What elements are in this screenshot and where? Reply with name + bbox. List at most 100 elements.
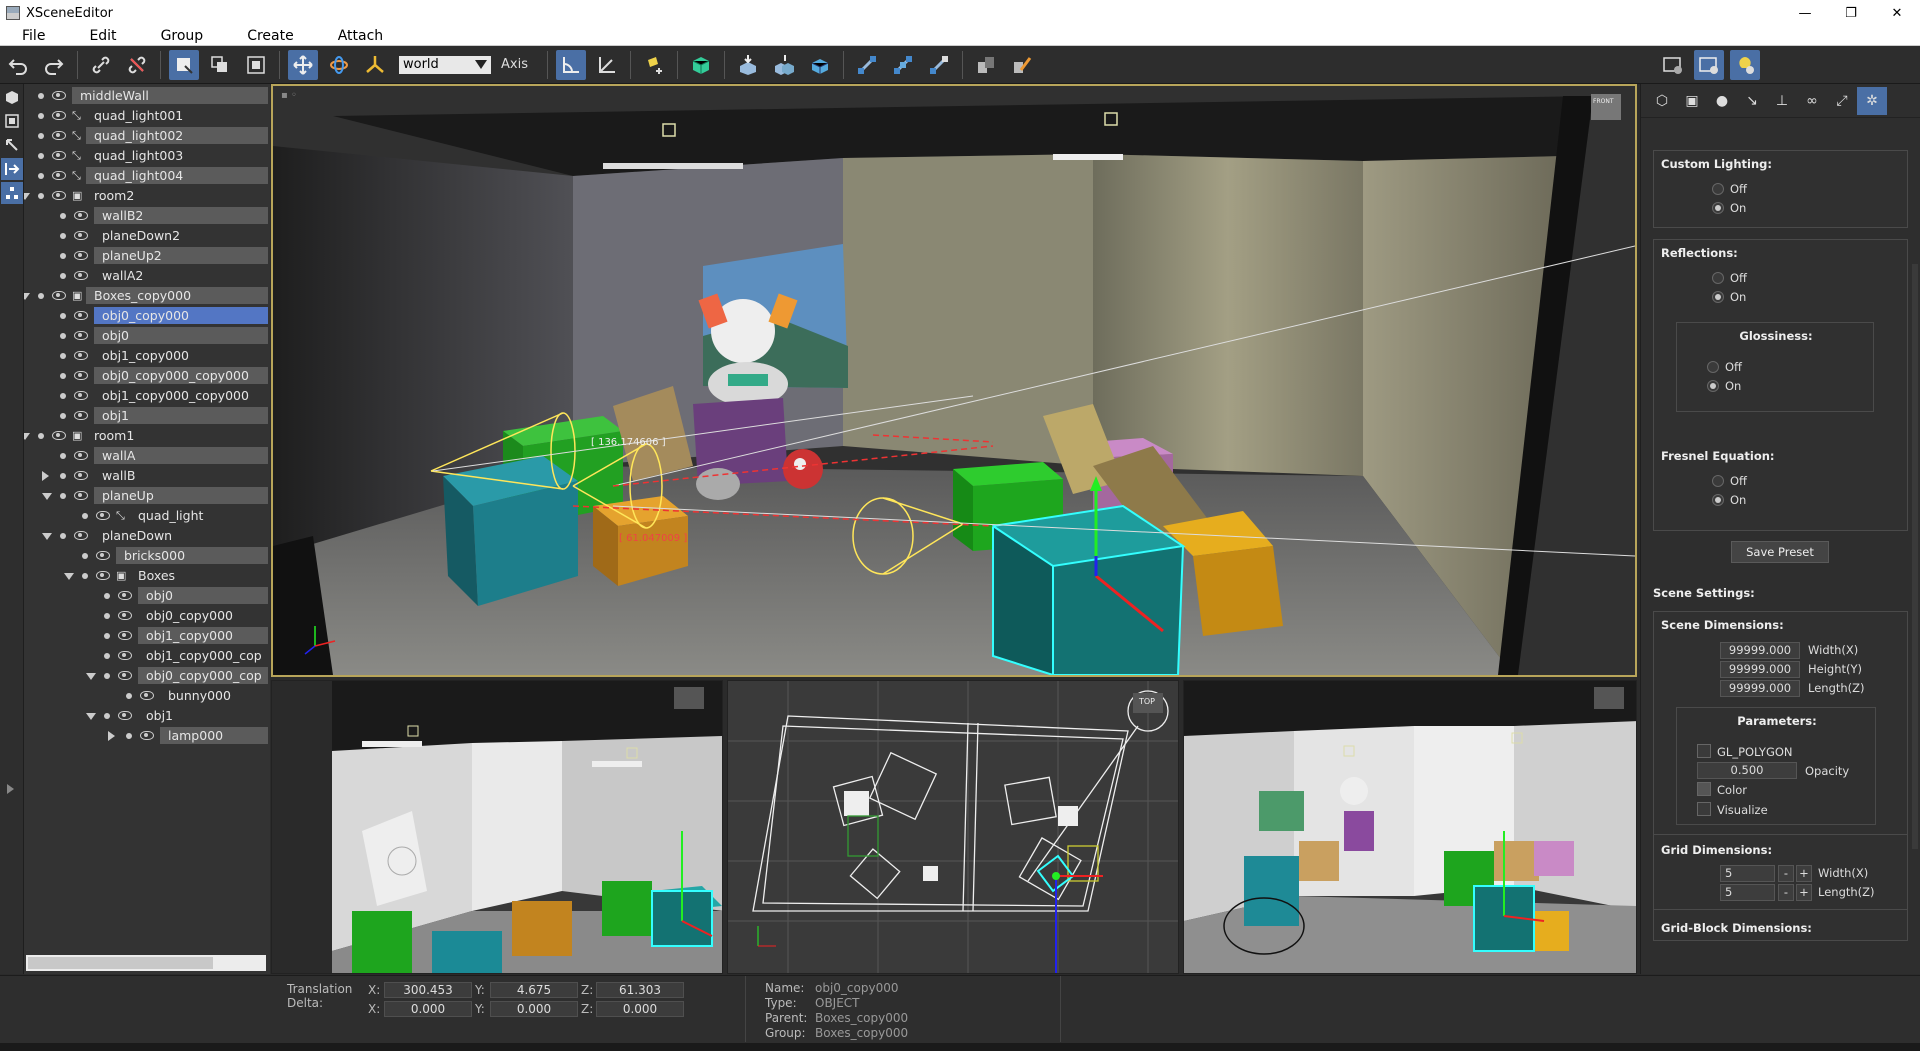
menu-create[interactable]: Create — [225, 26, 316, 45]
chevron-down-icon[interactable] — [64, 573, 74, 580]
delta-x-input[interactable]: 0.000 — [384, 1001, 472, 1017]
add-light-icon[interactable] — [639, 50, 669, 80]
visibility-eye-icon[interactable] — [52, 171, 66, 180]
lock-dot-icon[interactable] — [104, 593, 110, 599]
lock-dot-icon[interactable] — [104, 713, 110, 719]
import-icon[interactable] — [733, 50, 763, 80]
light-icon[interactable] — [1, 134, 23, 156]
tree-row[interactable]: wallB — [24, 466, 270, 486]
visibility-eye-icon[interactable] — [52, 191, 66, 200]
visibility-eye-icon[interactable] — [74, 331, 88, 340]
grid-length-minus-button[interactable]: - — [1778, 884, 1794, 901]
visibility-eye-icon[interactable] — [74, 531, 88, 540]
visibility-eye-icon[interactable] — [74, 451, 88, 460]
lock-dot-icon[interactable] — [38, 113, 44, 119]
rotate-icon[interactable] — [324, 50, 354, 80]
undo-icon[interactable] — [3, 50, 33, 80]
chevron-down-icon[interactable] — [24, 293, 30, 300]
viewport-menu-icon[interactable]: ▪ ◦ — [281, 90, 297, 101]
group-icon[interactable] — [1, 110, 23, 132]
grid-width-minus-button[interactable]: - — [1778, 865, 1794, 882]
viewport-perspective[interactable] — [1183, 680, 1637, 974]
render-settings-icon[interactable] — [1658, 50, 1688, 80]
visibility-eye-icon[interactable] — [74, 371, 88, 380]
visibility-eye-icon[interactable] — [52, 291, 66, 300]
select-group-icon[interactable] — [205, 50, 235, 80]
visibility-eye-icon[interactable] — [52, 431, 66, 440]
visibility-eye-icon[interactable] — [52, 131, 66, 140]
menu-attach[interactable]: Attach — [316, 26, 405, 45]
tree-row[interactable]: ▣ room1 — [24, 426, 270, 446]
chevron-right-icon[interactable] — [108, 731, 115, 741]
lock-dot-icon[interactable] — [60, 453, 66, 459]
tree-row[interactable]: bricks000 — [24, 546, 270, 566]
render-view-icon[interactable] — [1694, 49, 1724, 80]
tree-row[interactable]: obj0_copy000 — [24, 606, 270, 626]
lock-dot-icon[interactable] — [82, 513, 88, 519]
tree-row[interactable]: obj0_copy000_copy000 — [24, 366, 270, 386]
tree-row[interactable]: obj1_copy000_copy000 — [24, 386, 270, 406]
visibility-eye-icon[interactable] — [74, 311, 88, 320]
panel-scrollbar[interactable] — [1912, 264, 1918, 849]
chevron-down-icon[interactable] — [24, 193, 30, 200]
chevron-right-icon[interactable] — [42, 471, 49, 481]
scrollbar-thumb[interactable] — [28, 957, 213, 969]
lock-dot-icon[interactable] — [38, 173, 44, 179]
lock-dot-icon[interactable] — [60, 493, 66, 499]
lock-dot-icon[interactable] — [60, 393, 66, 399]
tab-hierarchy-icon[interactable]: ⊥ — [1767, 87, 1797, 115]
lock-dot-icon[interactable] — [82, 553, 88, 559]
tree-row[interactable]: ▣ room2 — [24, 186, 270, 206]
visibility-eye-icon[interactable] — [74, 351, 88, 360]
main-viewport[interactable]: [ 136.174606 ] [ 61.047009 ] FRONT ▪ ◦ — [271, 84, 1637, 677]
visibility-eye-icon[interactable] — [74, 471, 88, 480]
tree-row[interactable]: planeUp2 — [24, 246, 270, 266]
lock-dot-icon[interactable] — [60, 533, 66, 539]
tree-row[interactable]: ⤡ quad_light001 — [24, 106, 270, 126]
add-object-icon[interactable] — [686, 50, 716, 80]
tree-row[interactable]: obj0 — [24, 326, 270, 346]
lock-dot-icon[interactable] — [60, 413, 66, 419]
tree-row[interactable]: middleWall — [24, 86, 270, 106]
reflections-off-radio[interactable] — [1712, 272, 1724, 284]
move-icon[interactable] — [288, 49, 318, 80]
tab-group-icon[interactable]: ▣ — [1677, 87, 1707, 115]
view-cube-front[interactable]: FRONT — [1593, 98, 1614, 105]
select-object-icon[interactable] — [169, 49, 199, 80]
tab-object-icon[interactable]: ⬡ — [1647, 87, 1677, 115]
visibility-eye-icon[interactable] — [74, 391, 88, 400]
menu-edit[interactable]: Edit — [67, 26, 138, 45]
viewport-front[interactable] — [271, 680, 723, 974]
tree-row[interactable]: obj0 — [24, 586, 270, 606]
grid-length-input[interactable]: 5 — [1720, 884, 1775, 901]
glossiness-on-radio[interactable] — [1707, 380, 1719, 392]
tree-row[interactable]: ⤡ quad_light004 — [24, 166, 270, 186]
scene-width-input[interactable]: 99999.000 — [1720, 642, 1800, 659]
visualize-checkbox[interactable] — [1697, 802, 1711, 816]
lock-dot-icon[interactable] — [60, 353, 66, 359]
tab-light-icon[interactable]: ↘ — [1737, 87, 1767, 115]
material-icon[interactable] — [971, 50, 1001, 80]
visibility-eye-icon[interactable] — [74, 231, 88, 240]
visibility-eye-icon[interactable] — [118, 611, 132, 620]
scene-length-input[interactable]: 99999.000 — [1720, 680, 1800, 697]
visibility-eye-icon[interactable] — [96, 551, 110, 560]
lock-dot-icon[interactable] — [60, 253, 66, 259]
lock-dot-icon[interactable] — [60, 233, 66, 239]
color-checkbox[interactable] — [1697, 782, 1711, 796]
link-icon[interactable] — [86, 50, 116, 80]
minimize-button[interactable]: — — [1782, 0, 1828, 26]
delta-y-input[interactable]: 0.000 — [490, 1001, 578, 1017]
lock-dot-icon[interactable] — [38, 293, 44, 299]
fresnel-on-radio[interactable] — [1712, 494, 1724, 506]
fresnel-off-radio[interactable] — [1712, 475, 1724, 487]
visibility-eye-icon[interactable] — [52, 91, 66, 100]
visibility-eye-icon[interactable] — [74, 211, 88, 220]
custom-lighting-off-radio[interactable] — [1712, 183, 1724, 195]
tree-row[interactable]: wallA — [24, 446, 270, 466]
visibility-eye-icon[interactable] — [118, 671, 132, 680]
attach-icon[interactable] — [1, 158, 23, 180]
visibility-eye-icon[interactable] — [96, 571, 110, 580]
tree-row[interactable]: obj0_copy000_cop — [24, 666, 270, 686]
import-group-icon[interactable] — [769, 50, 799, 80]
